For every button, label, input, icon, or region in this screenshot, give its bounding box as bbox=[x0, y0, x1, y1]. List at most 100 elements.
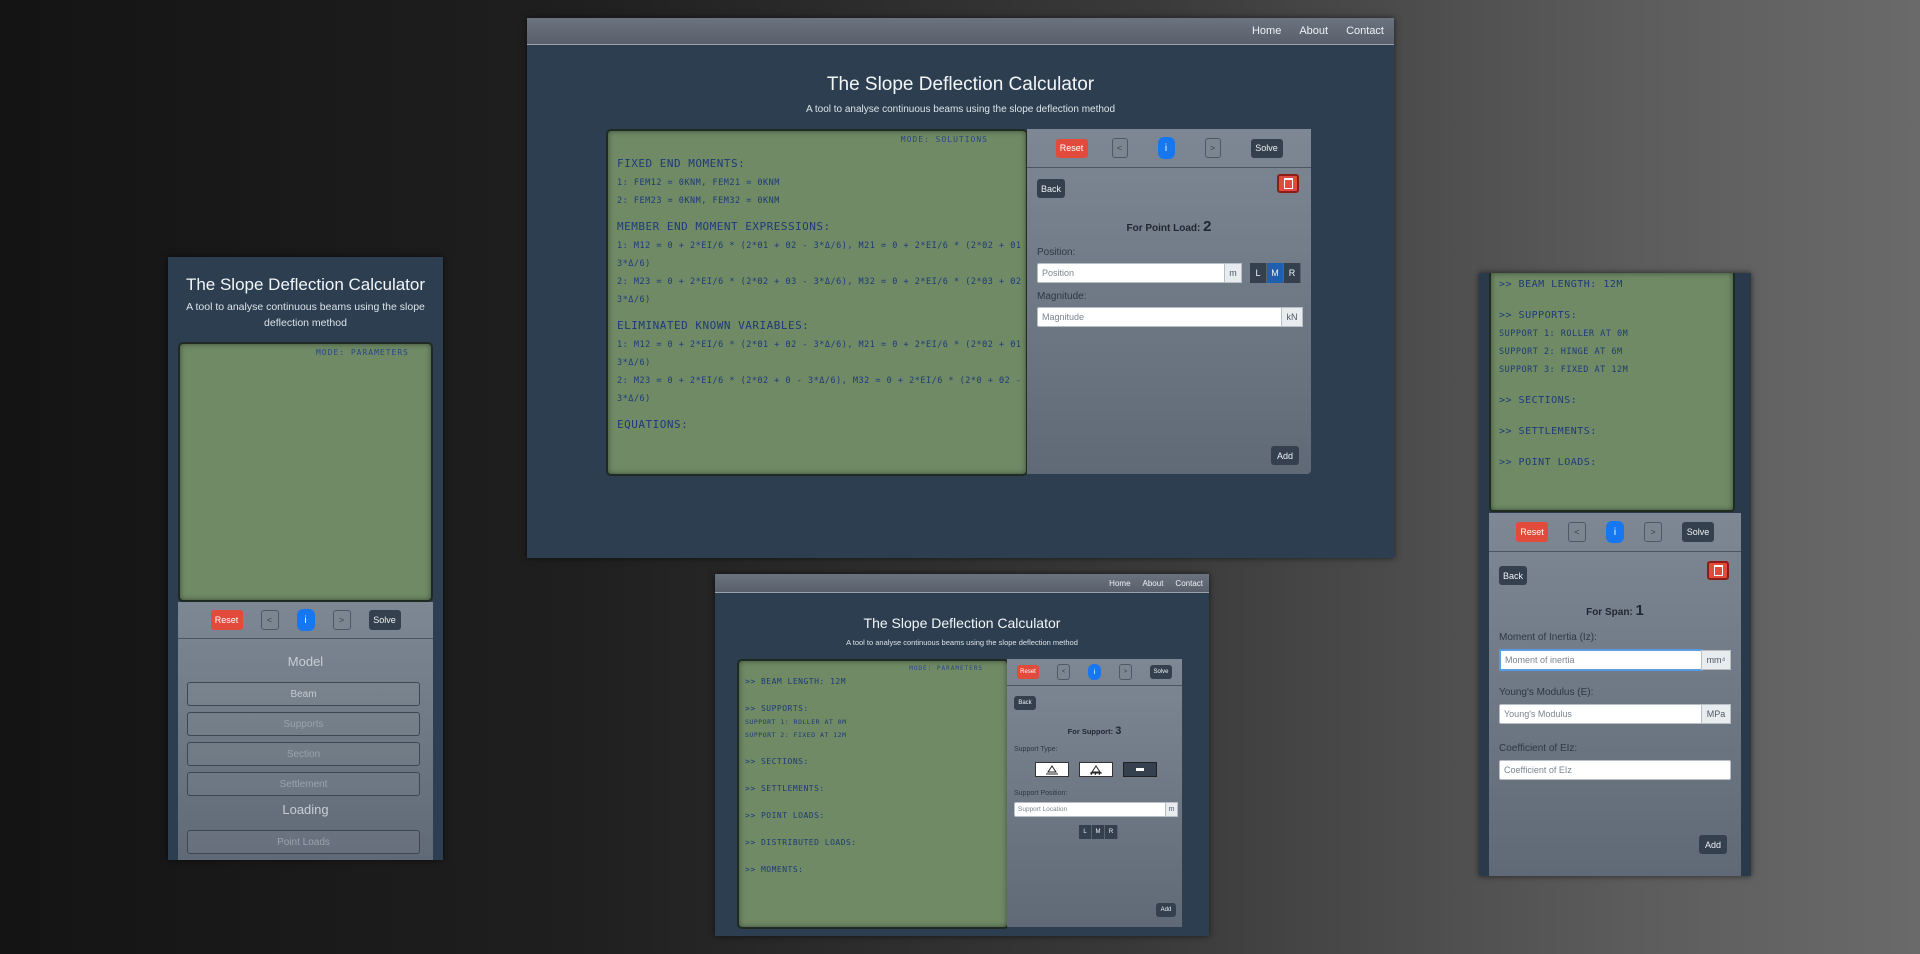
add-button[interactable]: Add bbox=[1699, 835, 1727, 854]
page-title: The Slope Deflection Calculator bbox=[826, 74, 1095, 95]
ref-right-button[interactable]: R bbox=[1284, 263, 1301, 283]
lcd-mode-label: MODE: PARAMETERS bbox=[315, 348, 409, 357]
top-navbar: Home About Contact bbox=[715, 574, 1209, 593]
coefficient-input[interactable]: Coefficient of EIz bbox=[1499, 760, 1731, 780]
youngs-modulus-label: Young's Modulus (E): bbox=[1499, 687, 1594, 698]
page-title: The Slope Deflection Calculator bbox=[185, 275, 426, 294]
form-title-label: For Point Load: bbox=[1126, 223, 1201, 234]
prev-button[interactable]: < bbox=[260, 610, 279, 630]
inertia-input[interactable]: Moment of inertia bbox=[1499, 649, 1703, 671]
section-heading-model: Model bbox=[287, 654, 324, 669]
nav-contact-link[interactable]: Contact bbox=[1346, 25, 1384, 37]
lcd-heading-line: >> SECTIONS: bbox=[745, 757, 809, 766]
solve-button[interactable]: Solve bbox=[1250, 138, 1283, 158]
lcd-mode-label: MODE: SOLUTIONS bbox=[900, 135, 988, 144]
menu-item-section[interactable]: Section bbox=[187, 742, 420, 766]
nav-about-link[interactable]: About bbox=[1299, 25, 1328, 37]
menu-item-supports[interactable]: Supports bbox=[187, 712, 420, 736]
lcd-text-line: 1: FEM12 = 0kNm, FEM21 = 0kNm bbox=[617, 178, 780, 188]
next-button[interactable]: > bbox=[1204, 138, 1221, 158]
hinge-support-option[interactable] bbox=[1079, 762, 1113, 777]
magnitude-input[interactable]: Magnitude bbox=[1037, 307, 1283, 327]
solve-button[interactable]: Solve bbox=[1150, 665, 1172, 679]
lcd-text-line: SUPPORT 2: FIXED AT 12m bbox=[745, 731, 847, 739]
prev-button[interactable]: < bbox=[1111, 138, 1128, 158]
nav-home-link[interactable]: Home bbox=[1252, 25, 1281, 37]
lcd-text-line: 3*Δ/6) bbox=[617, 295, 651, 305]
nav-about-link[interactable]: About bbox=[1143, 579, 1164, 588]
left-mobile-screenshot: The Slope Deflection Calculator A tool t… bbox=[168, 257, 443, 860]
info-button[interactable]: i bbox=[296, 609, 315, 631]
delete-button[interactable] bbox=[1277, 174, 1299, 193]
right-mobile-screenshot: >> BEAM LENGTH: 12m >> SUPPORTS: SUPPORT 1… bbox=[1479, 273, 1751, 876]
support-position-label: Support Position: bbox=[1014, 790, 1068, 797]
form-title-number: 2 bbox=[1203, 218, 1212, 235]
reset-button[interactable]: Reset bbox=[1017, 665, 1039, 679]
lcd-text-line: 1: M12 = 0 + 2*EI/6 * (2*θ1 + θ2 - 3*Δ/6… bbox=[617, 340, 1028, 350]
back-button[interactable]: Back bbox=[1499, 566, 1527, 585]
add-button[interactable]: Add bbox=[1271, 446, 1299, 465]
position-label: Position: bbox=[1037, 247, 1076, 258]
lcd-heading-line: >> SECTIONS: bbox=[1499, 395, 1578, 406]
position-reference-toggle[interactable]: L M R bbox=[1250, 263, 1301, 283]
prev-button[interactable]: < bbox=[1568, 522, 1586, 542]
control-row: Reset < i > Solve bbox=[1489, 513, 1741, 552]
next-button[interactable]: > bbox=[1119, 664, 1132, 680]
lcd-heading-line: >> MOMENTS: bbox=[745, 865, 804, 874]
fixed-support-option[interactable] bbox=[1123, 762, 1157, 777]
lcd-text-line: SUPPORT 3: FIXED AT 12m bbox=[1499, 365, 1629, 375]
prev-button[interactable]: < bbox=[1057, 664, 1070, 680]
lcd-content: FIXED END MOMENTS: 1: FEM12 = 0kNm, FEM21… bbox=[617, 157, 1028, 431]
lcd-heading-line: >> BEAM LENGTH: 12m bbox=[1499, 279, 1623, 290]
lcd-display: MODE: PARAMETERS >> BEAM LENGTH: 12m >> S… bbox=[737, 659, 1009, 929]
solve-button[interactable]: Solve bbox=[368, 610, 401, 630]
info-button[interactable]: i bbox=[1157, 137, 1175, 159]
info-button[interactable]: i bbox=[1088, 664, 1101, 680]
ref-left-button[interactable]: L bbox=[1250, 263, 1267, 283]
position-reference-toggle[interactable]: L M R bbox=[1079, 825, 1118, 839]
control-panel: Reset < i > Solve Back For Support: 3 Su… bbox=[1007, 659, 1182, 927]
reset-button[interactable]: Reset bbox=[210, 610, 243, 630]
control-row: Reset < i > Solve bbox=[178, 602, 433, 639]
youngs-modulus-input[interactable]: Young's Modulus bbox=[1499, 704, 1703, 724]
form-title: For Point Load: 2 bbox=[1027, 218, 1311, 235]
delete-button[interactable] bbox=[1707, 561, 1729, 580]
add-button[interactable]: Add bbox=[1156, 903, 1176, 917]
position-input[interactable]: Position bbox=[1037, 263, 1233, 283]
lcd-text-line: SUPPORT 2: HINGE AT 6m bbox=[1499, 347, 1623, 357]
nav-contact-link[interactable]: Contact bbox=[1175, 579, 1203, 588]
next-button[interactable]: > bbox=[332, 610, 351, 630]
support-location-input[interactable]: Support Location bbox=[1014, 802, 1167, 817]
lcd-heading-line: EQUATIONS: bbox=[617, 418, 689, 431]
next-button[interactable]: > bbox=[1644, 522, 1662, 542]
back-button[interactable]: Back bbox=[1037, 179, 1065, 198]
ref-middle-button[interactable]: M bbox=[1267, 263, 1284, 283]
solve-button[interactable]: Solve bbox=[1682, 522, 1714, 542]
lcd-heading-line: >> BEAM LENGTH: 12m bbox=[745, 677, 847, 686]
reset-button[interactable]: Reset bbox=[1516, 522, 1548, 542]
control-row: Reset < i > Solve bbox=[1027, 129, 1311, 168]
lcd-heading-line: >> POINT LOADS: bbox=[1499, 457, 1597, 468]
menu-item-beam[interactable]: Beam bbox=[187, 682, 420, 706]
ref-left-button[interactable]: L bbox=[1079, 825, 1092, 839]
lcd-text-line: SUPPORT 1: ROLLER AT 0m bbox=[1499, 329, 1629, 339]
lcd-text-line: 3*Δ/6) bbox=[617, 259, 651, 269]
section-heading-loading: Loading bbox=[282, 802, 329, 817]
lcd-heading-line: FIXED END MOMENTS: bbox=[617, 157, 746, 170]
nav-home-link[interactable]: Home bbox=[1109, 579, 1130, 588]
menu-item-settlement[interactable]: Settlement bbox=[187, 772, 420, 796]
youngs-modulus-placeholder: Young's Modulus bbox=[1504, 709, 1572, 719]
back-button[interactable]: Back bbox=[1014, 696, 1036, 710]
info-button[interactable]: i bbox=[1606, 521, 1624, 543]
trash-icon bbox=[1283, 178, 1293, 189]
menu-item-point-loads[interactable]: Point Loads bbox=[187, 830, 420, 854]
ref-right-button[interactable]: R bbox=[1105, 825, 1118, 839]
fixed-support-icon bbox=[1136, 768, 1144, 771]
lcd-heading-line: >> SUPPORTS: bbox=[745, 704, 809, 713]
reset-button[interactable]: Reset bbox=[1055, 138, 1088, 158]
roller-support-option[interactable] bbox=[1035, 762, 1069, 777]
position-unit: m bbox=[1224, 263, 1242, 283]
lcd-mode-label: MODE: PARAMETERS bbox=[909, 665, 983, 672]
control-panel: Reset < i > Solve Back For Span: 1 Momen… bbox=[1489, 513, 1741, 876]
ref-middle-button[interactable]: M bbox=[1092, 825, 1105, 839]
